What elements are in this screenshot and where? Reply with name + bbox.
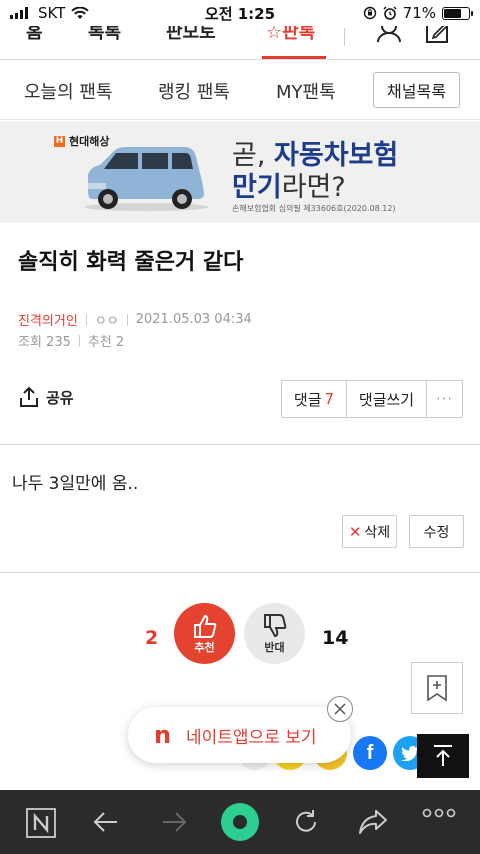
nate-n-icon bbox=[26, 808, 56, 838]
meta-separator bbox=[85, 313, 87, 326]
dislike-label: 반대 bbox=[264, 640, 285, 654]
dislike-button[interactable]: 반대 bbox=[244, 603, 305, 664]
ad-banner[interactable]: H 현대해상 곧, 자동차보험 만기라면? 손해보험협회 심의필 제33606호… bbox=[0, 121, 480, 223]
browser-toolbar bbox=[0, 790, 480, 854]
refresh-icon bbox=[296, 810, 316, 832]
post-meta-author: 진격의거인 ㅇㅇ 2021.05.03 04:34 bbox=[18, 310, 252, 329]
top-nav-active-indicator bbox=[262, 56, 326, 59]
post-views: 조회 235 bbox=[18, 335, 71, 350]
more-button[interactable]: ··· bbox=[427, 381, 462, 417]
close-icon bbox=[334, 703, 346, 715]
top-nav: 홈 톡톡 판모토 ☆판톡 bbox=[0, 20, 480, 60]
nate-home-button[interactable] bbox=[26, 808, 56, 838]
status-right: 71% bbox=[363, 4, 473, 22]
status-left: SKT bbox=[10, 4, 90, 22]
arrow-left-icon bbox=[93, 812, 117, 832]
top-nav-divider bbox=[344, 28, 345, 46]
post-author-tag: ㅇㅇ bbox=[94, 314, 119, 329]
meta-separator bbox=[126, 313, 128, 326]
ad-headline-2: 만기라면? bbox=[232, 165, 346, 204]
comment-button[interactable]: 댓글 7 bbox=[282, 381, 347, 417]
nate-circle-icon bbox=[221, 803, 259, 841]
share-arrow-icon bbox=[359, 810, 387, 834]
edit-button[interactable]: 수정 bbox=[409, 515, 464, 548]
battery-icon bbox=[442, 6, 473, 20]
ad-fine-print: 손해보험협회 심의필 제33606호(2020.08.12) bbox=[232, 204, 396, 213]
ad-headline-2-bold: 만기 bbox=[232, 172, 282, 203]
arrow-up-icon bbox=[434, 745, 452, 766]
wifi-icon bbox=[71, 6, 90, 19]
divider bbox=[0, 444, 480, 445]
carrier-label: SKT bbox=[38, 4, 66, 22]
thumbs-up-icon bbox=[193, 614, 216, 638]
share-button[interactable]: 공유 bbox=[18, 386, 74, 408]
comment-label: 댓글 bbox=[293, 390, 322, 409]
thumbs-down-icon bbox=[263, 613, 286, 637]
scroll-top-button[interactable] bbox=[417, 734, 469, 778]
post-meta-stats: 조회 235 추천 2 bbox=[18, 331, 124, 350]
share-icon bbox=[20, 386, 38, 407]
open-in-app-label: 네이트앱으로 보기 bbox=[186, 727, 317, 748]
bookmark-button[interactable] bbox=[411, 662, 463, 714]
signal-icon bbox=[10, 7, 28, 19]
nate-center-button[interactable] bbox=[220, 802, 260, 842]
arrow-right-icon bbox=[163, 812, 187, 832]
meta-separator bbox=[78, 334, 80, 347]
ad-headline-2-suffix: 라면? bbox=[281, 172, 346, 203]
more-menu-button[interactable] bbox=[422, 808, 456, 818]
write-comment-button[interactable]: 댓글쓰기 bbox=[347, 381, 427, 417]
like-button[interactable]: 추천 bbox=[174, 603, 235, 664]
tab-ranking[interactable]: 랭킹 팬톡 bbox=[158, 78, 230, 104]
divider bbox=[0, 572, 480, 573]
post-datetime: 2021.05.03 04:34 bbox=[135, 312, 252, 327]
share-page-button[interactable] bbox=[358, 808, 388, 836]
delete-button[interactable]: ✕ 삭제 bbox=[342, 515, 397, 548]
delete-label: 삭제 bbox=[364, 524, 391, 541]
tab-my[interactable]: MY팬톡 bbox=[276, 78, 336, 104]
post-recommend: 추천 2 bbox=[87, 335, 125, 350]
orientation-lock-icon bbox=[363, 6, 376, 20]
sub-tabs: 오늘의 팬톡 랭킹 팬톡 MY팬톡 채널목록 bbox=[0, 60, 480, 120]
open-in-app-banner[interactable]: n 네이트앱으로 보기 bbox=[128, 707, 351, 763]
channel-list-button[interactable]: 채널목록 bbox=[373, 72, 460, 108]
like-label: 추천 bbox=[194, 640, 215, 654]
share-label: 공유 bbox=[46, 388, 74, 407]
post-author[interactable]: 진격의거인 bbox=[18, 310, 78, 329]
bookmark-add-icon bbox=[427, 675, 447, 702]
status-bar: SKT 오전 1:25 71% bbox=[0, 0, 480, 26]
post-body: 나두 3일만에 옴.. bbox=[12, 474, 139, 494]
comment-count: 7 bbox=[324, 390, 335, 408]
tab-today[interactable]: 오늘의 팬톡 bbox=[24, 78, 113, 104]
close-icon: ✕ bbox=[348, 522, 362, 541]
dislike-count: 14 bbox=[322, 627, 349, 649]
like-count: 2 bbox=[145, 627, 159, 649]
battery-fill bbox=[444, 8, 462, 18]
hyundai-marine-logo-icon: H bbox=[54, 135, 65, 147]
back-button[interactable] bbox=[92, 808, 120, 836]
battery-percent: 71% bbox=[402, 4, 436, 22]
facebook-icon[interactable]: f bbox=[353, 736, 387, 770]
facebook-glyph: f bbox=[366, 741, 374, 764]
more-dots-icon bbox=[422, 808, 456, 818]
alarm-icon bbox=[383, 6, 397, 20]
post-actions: 댓글 7 댓글쓰기 ··· bbox=[281, 380, 463, 418]
forward-button[interactable] bbox=[160, 808, 188, 836]
post-title: 솔직히 화력 줄은거 같다 bbox=[18, 250, 244, 275]
car-image bbox=[84, 147, 208, 211]
refresh-button[interactable] bbox=[292, 808, 320, 836]
banner-close-button[interactable] bbox=[327, 696, 353, 722]
nate-logo-icon: n bbox=[154, 721, 172, 749]
